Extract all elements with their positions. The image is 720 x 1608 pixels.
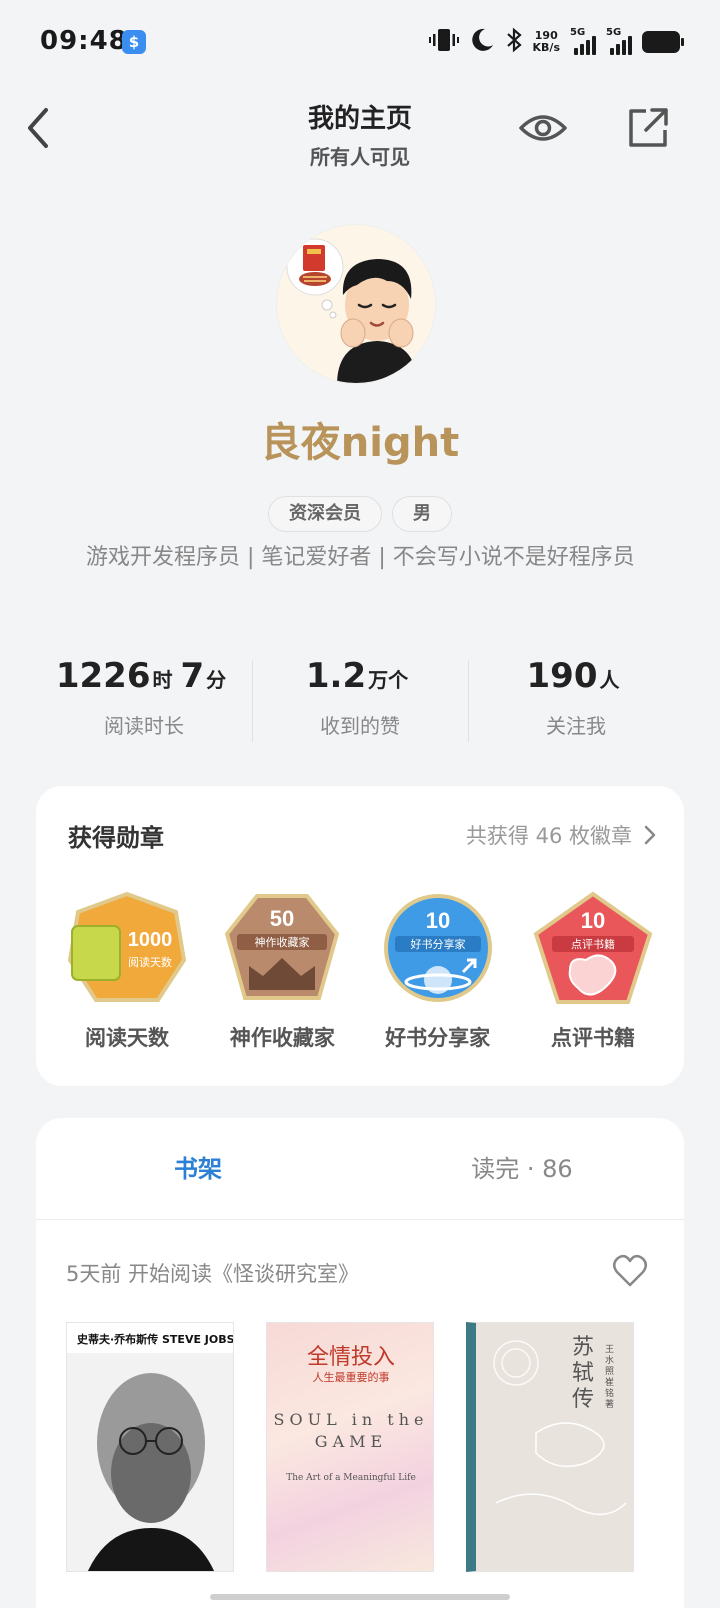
stat-unit: 时: [152, 668, 173, 692]
header-titles: 我的主页 所有人可见: [0, 98, 720, 170]
book-cover[interactable]: 苏轼传 王水照 崔铭 著: [466, 1322, 634, 1572]
book-list: 史蒂夫·乔布斯传 STEVE JOBS 全情投入 人生最重要的事 SOUL in…: [66, 1322, 634, 1572]
reading-days-medal-icon: 1000 阅读天数: [67, 891, 187, 1002]
stat-reading-time[interactable]: 1226 时 7 分 阅读时长: [36, 656, 252, 746]
stat-number: 7: [180, 656, 205, 696]
stat-label: 阅读时长: [104, 714, 184, 738]
battery-icon: [642, 31, 684, 53]
heart-icon: [613, 1254, 647, 1287]
status-icons: 190 KB/s 5G 5G: [428, 24, 684, 60]
stat-value: 1226 时 7 分: [36, 656, 252, 696]
sim2-label: 5G: [606, 27, 622, 38]
stat-value: 1.2 万个: [252, 656, 468, 696]
cloud-pattern-image: [493, 1340, 627, 1516]
gender-tag: 男: [392, 496, 452, 532]
stat-unit: 分: [206, 668, 227, 692]
profile-bio: 游戏开发程序员 | 笔记爱好者 | 不会写小说不是好程序员: [86, 545, 635, 570]
page-title: 我的主页: [307, 104, 412, 134]
net-speed: 190 KB/s: [533, 30, 560, 54]
stat-unit: 人: [599, 668, 620, 692]
medals-row: 1000 阅读天数 阅读天数 50 神作收藏家 神作收藏家 10 好书分享家 好…: [46, 890, 674, 1052]
header: 我的主页 所有人可见: [0, 90, 720, 170]
stat-label: 收到的赞: [320, 714, 400, 738]
moon-icon: [469, 27, 495, 57]
stat-likes[interactable]: 1.2 万个 收到的赞: [252, 656, 468, 746]
like-button[interactable]: [612, 1254, 648, 1288]
preview-button[interactable]: [518, 108, 568, 148]
medal-name: 好书分享家: [385, 1026, 491, 1050]
book-cover-english-title: SOUL in the GAME: [273, 1410, 429, 1451]
net-speed-unit: KB/s: [532, 41, 560, 54]
book-cover-subtitle: 人生最重要的事: [312, 1371, 390, 1384]
member-tag: 资深会员: [268, 496, 382, 532]
reading-activity[interactable]: 5天前 开始阅读《怪谈研究室》: [66, 1258, 359, 1288]
medal-ribbon: 阅读天数: [128, 955, 172, 969]
medals-card: 获得勋章 共获得 46 枚徽章 1000 阅读天数 阅读天数 50 神作收藏家 …: [36, 786, 684, 1086]
visibility-subtitle[interactable]: 所有人可见: [0, 141, 720, 170]
medal-collector[interactable]: 50 神作收藏家 神作收藏家: [211, 890, 353, 1052]
medal-name: 阅读天数: [85, 1026, 169, 1050]
reviewer-medal-icon: 10 点评书籍: [533, 891, 653, 1004]
medal-reviewer[interactable]: 10 点评书籍 点评书籍: [522, 890, 664, 1052]
medals-summary: 共获得 46 枚徽章: [465, 824, 632, 848]
tab-bookshelf[interactable]: 书架: [36, 1118, 360, 1219]
medal-number: 10: [581, 908, 605, 933]
stats-row: 1226 时 7 分 阅读时长 1.2 万个 收到的赞 190 人 关注我: [36, 656, 684, 746]
medal-ribbon: 点评书籍: [571, 937, 615, 951]
stat-number: 190: [526, 656, 598, 696]
book-cover-title: 史蒂夫·乔布斯传 STEVE JOBS: [77, 1333, 234, 1346]
username: 良夜night: [260, 420, 460, 466]
profile-tags: 资深会员 男: [0, 496, 720, 532]
signal-icon-sim2: 5G: [606, 27, 632, 55]
share-icon: [629, 108, 668, 147]
medal-number: 50: [270, 906, 294, 931]
share-button[interactable]: [626, 106, 670, 150]
status-bar: 09:48 $ 190 KB/s 5G 5G: [0, 0, 720, 84]
medal-number: 10: [425, 908, 449, 933]
book-cover-title: 全情投入: [306, 1345, 395, 1370]
shelf-card: 书架 读完 · 86 5天前 开始阅读《怪谈研究室》 史蒂夫·乔布斯传 STEV…: [36, 1118, 684, 1608]
medal-reading-days[interactable]: 1000 阅读天数 阅读天数: [56, 890, 198, 1052]
shelf-tabs: 书架 读完 · 86: [36, 1118, 684, 1220]
avatar[interactable]: [276, 224, 436, 384]
chevron-right-icon: [644, 825, 656, 845]
stat-label: 关注我: [546, 714, 606, 738]
medal-ribbon: 好书分享家: [410, 937, 465, 951]
stat-value: 190 人: [468, 656, 684, 696]
stat-unit: 万个: [368, 668, 409, 692]
portrait-image: [67, 1353, 233, 1571]
sharer-medal-icon: 10 好书分享家: [383, 894, 492, 1002]
bluetooth-icon: [505, 27, 523, 57]
sim1-label: 5G: [570, 27, 586, 38]
stat-number: 1226: [55, 656, 151, 696]
collector-medal-icon: 50 神作收藏家: [225, 894, 340, 1000]
signal-icon-sim1: 5G: [570, 27, 596, 55]
medal-name: 神作收藏家: [229, 1026, 335, 1050]
medal-name: 点评书籍: [550, 1026, 635, 1050]
book-cover[interactable]: 史蒂夫·乔布斯传 STEVE JOBS: [66, 1322, 234, 1572]
tab-finished[interactable]: 读完 · 86: [360, 1118, 684, 1219]
medal-ribbon: 神作收藏家: [255, 935, 310, 949]
medals-title: 获得勋章: [68, 824, 164, 852]
status-time: 09:48: [40, 26, 128, 56]
home-indicator[interactable]: [210, 1594, 510, 1600]
medals-summary-link[interactable]: 共获得 46 枚徽章: [466, 820, 656, 850]
medal-sharer[interactable]: 10 好书分享家 好书分享家: [367, 890, 509, 1052]
stat-number: 1.2: [305, 656, 367, 696]
book-cover[interactable]: 全情投入 人生最重要的事 SOUL in the GAME The Art of…: [266, 1322, 434, 1572]
stat-followers[interactable]: 190 人 关注我: [468, 656, 684, 746]
medal-number: 1000: [128, 929, 173, 951]
app-notification-icon: $: [122, 30, 146, 54]
vibrate-icon: [428, 27, 459, 57]
book-cover-english-subtitle: The Art of a Meaningful Life: [286, 1473, 416, 1483]
eye-icon: [519, 115, 567, 141]
